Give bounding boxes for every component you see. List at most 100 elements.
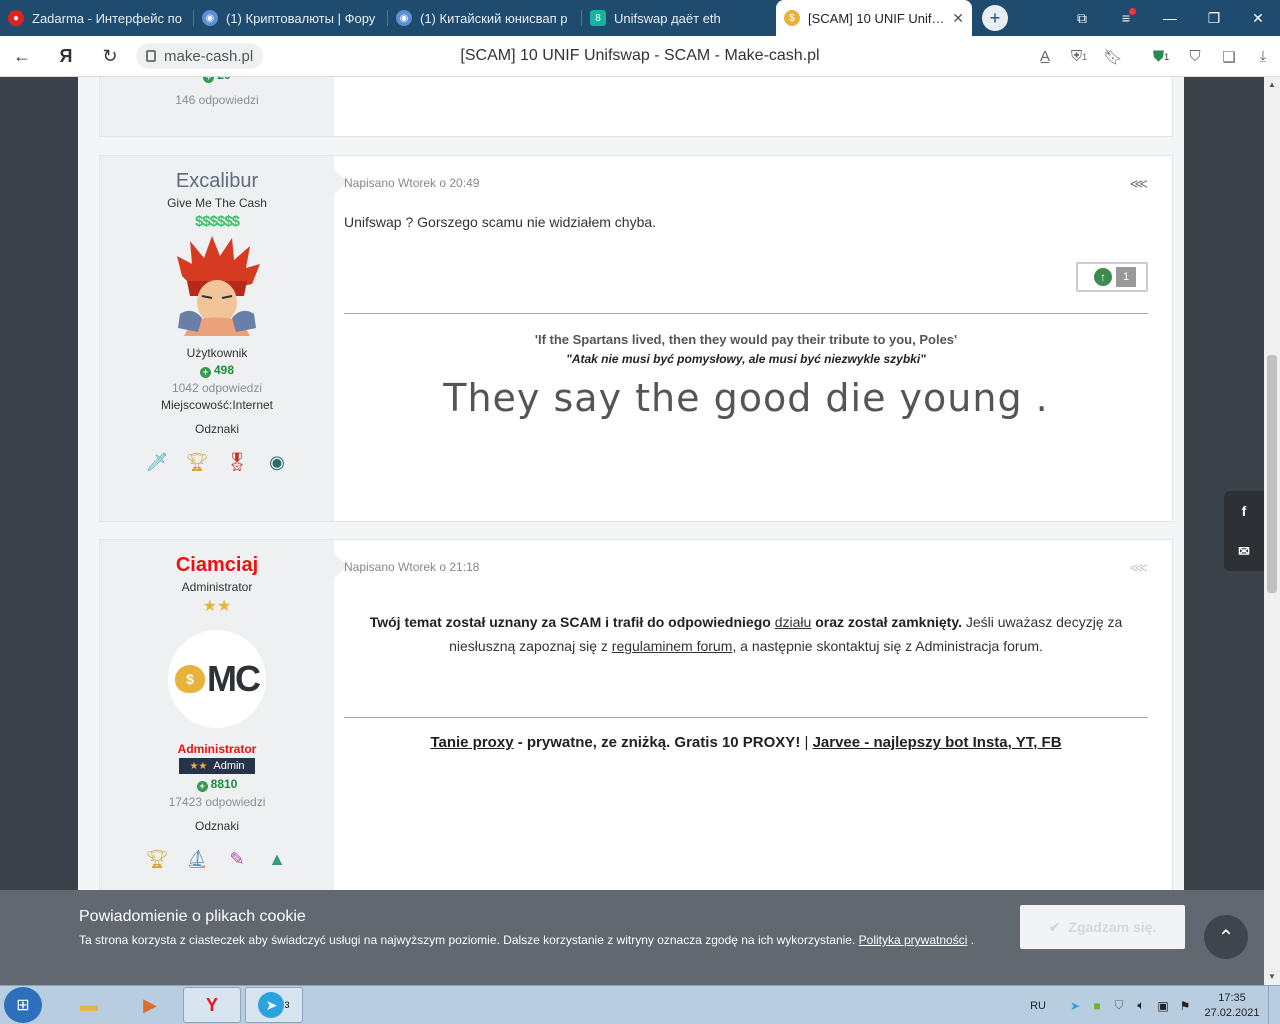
bookmark-icon[interactable]: 🔖︎ xyxy=(1096,36,1130,77)
agree-label: Zgadzam się. xyxy=(1068,919,1157,935)
author-rank: Administrator xyxy=(181,580,253,594)
flag-icon[interactable]: ⚑ xyxy=(1174,999,1196,1013)
system-tray: RU ➤ ■ ⛉ 🔈︎ ▣ ⚑ 17:35 27.02.2021 xyxy=(1030,986,1280,1024)
scroll-up-arrow-icon[interactable]: ▲ xyxy=(1264,77,1280,93)
tab-zadarma[interactable]: ● Zadarma - Интерфейс по xyxy=(0,0,194,36)
tab-forum-uniswap[interactable]: ◉ (1) Китайский юнисвап р xyxy=(388,0,582,36)
author-group: Administrator xyxy=(177,742,257,756)
admin-badge-label: Admin xyxy=(213,760,245,772)
sail-badge-icon[interactable]: ⛵︎ xyxy=(185,847,209,871)
facebook-icon[interactable]: f xyxy=(1224,491,1264,531)
clock-time: 17:35 xyxy=(1218,991,1246,1004)
scroll-to-top-button[interactable]: ⌃ xyxy=(1204,915,1248,959)
clock-date: 27.02.2021 xyxy=(1204,1006,1260,1019)
post-date[interactable]: Napisano Wtorek o 20:49 xyxy=(344,176,479,190)
close-tab-icon[interactable]: ✕ xyxy=(952,10,964,27)
telegram-tray-icon[interactable]: ➤ xyxy=(1064,999,1086,1013)
reputation-value: 20 xyxy=(217,77,230,82)
restore-button[interactable]: ❐ xyxy=(1192,0,1236,36)
media-player-icon[interactable]: ▶ xyxy=(121,987,179,1023)
yandex-browser-icon[interactable]: Y xyxy=(183,987,241,1023)
network-icon[interactable]: ▣ xyxy=(1152,999,1174,1013)
answer-count: 146 odpowiedzi xyxy=(175,93,259,107)
menu-icon[interactable]: ≡ xyxy=(1104,0,1148,36)
privacy-policy-link[interactable]: Polityka prywatności xyxy=(859,933,968,947)
moneybag-icon: $ xyxy=(784,10,800,26)
avatar-logo: MC xyxy=(207,658,261,699)
tab-scam-active[interactable]: $ [SCAM] 10 UNIF Unifsw ✕ xyxy=(776,0,972,36)
sword-badge-icon[interactable]: 🗡︎ xyxy=(145,450,169,474)
clock[interactable]: 17:35 27.02.2021 xyxy=(1196,991,1268,1021)
author-location: Miejscowość:Internet xyxy=(160,398,274,412)
trophy-badge-icon[interactable]: 🏆︎ xyxy=(185,450,209,474)
close-window-button[interactable]: ✕ xyxy=(1236,0,1280,36)
translate-icon[interactable]: A̲ xyxy=(1028,36,1062,77)
tabs-sync-icon[interactable]: ⧉ xyxy=(1060,0,1104,36)
collections-icon[interactable]: ❏ xyxy=(1212,36,1246,77)
protect-icon[interactable]: ⛉ xyxy=(1178,36,1212,77)
author-rank: Give Me The Cash xyxy=(167,196,267,210)
post-body: Napisano Wtorek o 20:49 ⋘ Unifswap ? Gor… xyxy=(334,156,1172,521)
promo-text: - prywatne, ze zniżką. Gratis 10 PROXY! xyxy=(517,734,801,751)
show-desktop-button[interactable] xyxy=(1268,986,1280,1024)
reload-button[interactable]: ↻ xyxy=(88,36,132,77)
url-field[interactable]: make-cash.pl xyxy=(136,43,264,69)
start-button[interactable]: ⊞ xyxy=(4,987,42,1023)
pen-badge-icon[interactable]: ✎ xyxy=(225,847,249,871)
mountain-badge-icon[interactable]: ▲ xyxy=(265,847,289,871)
scroll-down-arrow-icon[interactable]: ▼ xyxy=(1264,969,1280,985)
previous-author-panel: +20 146 odpowiedzi xyxy=(100,77,334,136)
section-link[interactable]: działu xyxy=(775,614,812,630)
avatar[interactable] xyxy=(172,236,262,336)
nvidia-icon[interactable]: ■ xyxy=(1086,999,1108,1013)
address-bar: ← Я ↻ make-cash.pl [SCAM] 10 UNIF Unifsw… xyxy=(0,36,1280,77)
check-icon: ✔ xyxy=(1048,918,1061,935)
reputation: +498 xyxy=(100,363,334,378)
back-button[interactable]: ← xyxy=(0,36,44,77)
tab-title: (1) Китайский юнисвап р xyxy=(420,10,568,26)
post-date[interactable]: Napisano Wtorek o 21:18 xyxy=(344,560,479,574)
share-icon[interactable]: ⋘ xyxy=(1130,560,1149,576)
volume-icon[interactable]: 🔈︎ xyxy=(1130,998,1152,1013)
email-icon[interactable]: ✉ xyxy=(1224,531,1264,571)
agree-button[interactable]: ✔ Zgadzam się. xyxy=(1020,905,1185,949)
notification-dot xyxy=(1129,8,1136,15)
explorer-icon[interactable]: ▬ xyxy=(60,987,118,1023)
reaction-box[interactable]: ↑ 1 xyxy=(1076,262,1148,292)
page-scrollbar[interactable]: ▲ ▼ xyxy=(1264,77,1280,985)
tab-forum-crypto[interactable]: ◉ (1) Криптовалюты | Фору xyxy=(194,0,388,36)
proxy-link[interactable]: Tanie proxy xyxy=(430,734,513,751)
yandex-icon[interactable]: Я xyxy=(44,36,88,77)
notice-bold-1: Twój temat został uznany za SCAM i trafi… xyxy=(369,614,771,630)
upvote-icon: ↑ xyxy=(1094,268,1112,286)
scrollbar-thumb[interactable] xyxy=(1267,355,1277,593)
moneybag-logo-icon: $ xyxy=(175,665,205,693)
emblem-badge-icon[interactable]: ◉ xyxy=(265,450,289,474)
avatar[interactable]: $ MC xyxy=(168,630,266,728)
signature-divider xyxy=(344,717,1148,718)
author-name[interactable]: Ciamciaj xyxy=(100,554,334,577)
lock-icon xyxy=(146,50,156,62)
minimize-button[interactable]: — xyxy=(1148,0,1192,36)
share-icon[interactable]: ⋘ xyxy=(1130,176,1149,192)
new-tab-button[interactable]: + xyxy=(982,5,1008,31)
extension-icon[interactable]: ⛨ 1 xyxy=(1062,36,1096,77)
reputation-value: 8810 xyxy=(210,777,238,791)
language-indicator[interactable]: RU xyxy=(1030,1000,1046,1012)
tab-unifswap[interactable]: 8 Unifswap даёт eth xyxy=(582,0,776,36)
signature-line-1: 'If the Spartans lived, then they would … xyxy=(534,332,958,347)
rules-link[interactable]: regulaminem forum xyxy=(612,638,733,654)
badges-label: Odznaki xyxy=(194,819,240,833)
avatar-image xyxy=(177,236,260,336)
trophy-badge-icon[interactable]: 🏆︎ xyxy=(145,847,169,871)
signature-divider xyxy=(344,313,1148,314)
telegram-badge: 3 xyxy=(284,1000,290,1010)
jarvee-link[interactable]: Jarvee - najlepszy bot Insta, YT, FB xyxy=(813,734,1062,751)
telegram-icon[interactable]: ➤ 3 xyxy=(245,987,303,1023)
adblock-icon[interactable]: ⛊ 1 xyxy=(1144,36,1178,77)
author-name[interactable]: Excalibur xyxy=(100,170,334,193)
security-icon[interactable]: ⛉ xyxy=(1108,998,1130,1013)
medal-badge-icon[interactable]: 🎖︎ xyxy=(225,450,249,474)
download-icon[interactable]: ⤓ xyxy=(1246,36,1280,77)
